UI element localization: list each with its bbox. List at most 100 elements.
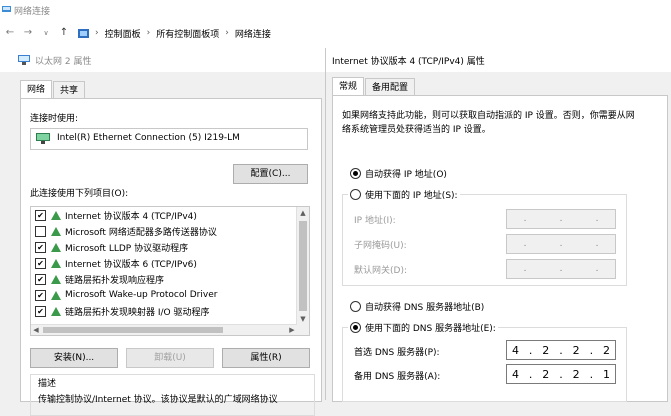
back-arrow-icon[interactable]: ← [4, 27, 16, 39]
dialog-title: 以太网 2 属性 [35, 57, 92, 67]
list-item[interactable]: ✔ Internet 协议版本 6 (TCP/IPv6) [35, 256, 197, 270]
dns-octet: 2 [542, 367, 550, 381]
network-adapter-icon [18, 55, 30, 65]
adapter-name: Intel(R) Ethernet Connection (5) I219-LM [57, 133, 240, 143]
properties-button[interactable]: 属性(R) [222, 348, 310, 368]
list-item[interactable]: ✔ 链路层拓扑发现响应程序 [35, 272, 164, 286]
ip-address-label: IP 地址(I): [354, 216, 396, 226]
dns-manual-radio[interactable] [350, 322, 361, 333]
scrollbar-thumb[interactable] [43, 327, 223, 333]
breadcrumb-all-items[interactable]: 所有控制面板项 [156, 27, 219, 40]
dialog-title: Internet 协议版本 4 (TCP/IPv4) 属性 [332, 57, 485, 67]
dns-manual-option[interactable]: 使用下面的 DNS 服务器地址(E): [348, 321, 498, 334]
intro-text-line-1: 如果网络支持此功能，则可以获取自动指派的 IP 设置。否则，你需要从网 [342, 111, 635, 121]
address-bar[interactable]: ← → ∨ ↑ › 控制面板 › 所有控制面板项 › 网络连接 [0, 22, 671, 44]
dns-octet: 4 [511, 367, 519, 381]
ipv4-properties-dialog: Internet 协议版本 4 (TCP/IPv4) 属性 常规 备用配置 如果… [326, 48, 671, 402]
scroll-left-arrow-icon[interactable]: ◀ [31, 325, 41, 335]
item-label: 链路层拓扑发现响应程序 [65, 275, 165, 286]
breadcrumb-separator-icon: › [225, 28, 229, 38]
item-checkbox[interactable]: ✔ [35, 257, 46, 269]
protocol-icon [51, 274, 61, 284]
breadcrumb-separator-icon: › [95, 28, 99, 38]
dns-auto-label: 自动获得 DNS 服务器地址(B) [365, 303, 485, 313]
scroll-up-arrow-icon[interactable]: ▲ [297, 207, 309, 219]
scroll-down-arrow-icon[interactable]: ▼ [297, 313, 309, 325]
dialog-titlebar: Internet 协议版本 4 (TCP/IPv4) 属性 [326, 48, 671, 72]
adapter-field: Intel(R) Ethernet Connection (5) I219-LM [30, 128, 308, 150]
protocol-icon [51, 258, 61, 268]
breadcrumb-separator-icon: › [146, 28, 151, 38]
alternate-dns-label: 备用 DNS 服务器(A): [354, 372, 441, 382]
ip-manual-radio[interactable] [350, 189, 361, 200]
item-checkbox[interactable] [35, 225, 46, 237]
configure-button[interactable]: 配置(C)... [233, 164, 308, 184]
ip-manual-label: 使用下面的 IP 地址(S): [365, 191, 458, 201]
alternate-dns-field[interactable]: 4. 2. 2. 1 [506, 364, 616, 384]
control-panel-icon [78, 28, 89, 38]
item-label: Microsoft Wake-up Protocol Driver [65, 290, 218, 300]
dns-auto-option[interactable]: 自动获得 DNS 服务器地址(B) [350, 300, 484, 313]
dns-octet: 4 [511, 343, 519, 357]
default-gateway-field[interactable]: ... [506, 259, 616, 279]
chevron-down-icon[interactable]: ∨ [40, 27, 52, 39]
item-checkbox[interactable]: ✔ [35, 273, 46, 285]
forward-arrow-icon[interactable]: → [22, 27, 34, 39]
items-label: 此连接使用下列项目(O): [30, 189, 129, 199]
item-checkbox[interactable]: ✔ [35, 305, 46, 317]
item-label: Microsoft 网络适配器多路传送器协议 [65, 227, 217, 238]
explorer-title: 网络连接 [14, 7, 51, 17]
preferred-dns-field[interactable]: 4. 2. 2. 2 [506, 340, 616, 360]
breadcrumb-network-connections[interactable]: 网络连接 [235, 27, 271, 40]
list-item[interactable]: ✔ 链路层拓扑发现映射器 I/O 驱动程序 [35, 304, 210, 318]
list-item[interactable]: Microsoft 网络适配器多路传送器协议 [35, 224, 217, 238]
dns-auto-radio[interactable] [350, 301, 361, 312]
subnet-mask-label: 子网掩码(U): [354, 241, 407, 251]
item-checkbox[interactable]: ✔ [35, 209, 46, 221]
connect-using-label: 连接时使用: [30, 114, 79, 124]
list-item[interactable]: ✔ Microsoft LLDP 协议驱动程序 [35, 240, 188, 254]
protocol-icon [51, 242, 61, 252]
list-item[interactable]: ✔ Internet 协议版本 4 (TCP/IPv4) [35, 208, 197, 222]
dns-octet: 2 [572, 343, 580, 357]
breadcrumb: › 控制面板 › 所有控制面板项 › 网络连接 [78, 25, 271, 41]
protocol-icon [51, 226, 61, 236]
ethernet-adapter-icon [36, 133, 50, 144]
item-label: Internet 协议版本 6 (TCP/IPv6) [65, 259, 197, 270]
breadcrumb-control-panel[interactable]: 控制面板 [105, 27, 141, 40]
protocol-icon [51, 210, 61, 220]
protocol-icon [51, 306, 61, 316]
horizontal-scrollbar[interactable]: ◀ ▶ [31, 324, 297, 335]
ip-manual-option[interactable]: 使用下面的 IP 地址(S): [348, 188, 460, 201]
item-checkbox[interactable]: ✔ [35, 241, 46, 253]
uninstall-button[interactable]: 卸载(U) [126, 348, 214, 368]
protocol-icon [51, 290, 61, 300]
explorer-titlebar: 网络连接 [0, 0, 671, 20]
ip-auto-radio[interactable] [350, 168, 361, 179]
scroll-right-arrow-icon[interactable]: ▶ [287, 325, 297, 335]
up-arrow-icon[interactable]: ↑ [58, 27, 70, 39]
components-list[interactable]: ✔ Internet 协议版本 4 (TCP/IPv4) Microsoft 网… [30, 206, 310, 336]
item-label: Microsoft LLDP 协议驱动程序 [65, 243, 189, 254]
default-gateway-label: 默认网关(D): [354, 266, 407, 276]
subnet-mask-field[interactable]: ... [506, 234, 616, 254]
dns-octet: 1 [602, 367, 610, 381]
intro-text-line-2: 络系统管理员处获得适当的 IP 设置。 [342, 125, 491, 135]
vertical-scrollbar[interactable]: ▲ ▼ [296, 207, 309, 335]
list-item[interactable]: ✔ Microsoft Wake-up Protocol Driver [35, 288, 217, 302]
ethernet-properties-dialog: 以太网 2 属性 网络 共享 连接时使用: Intel(R) Ethernet … [0, 48, 326, 416]
install-button[interactable]: 安装(N)... [30, 348, 118, 368]
ip-auto-option[interactable]: 自动获得 IP 地址(O) [350, 167, 447, 180]
dialog-titlebar: 以太网 2 属性 [0, 48, 325, 72]
item-checkbox[interactable]: ✔ [35, 289, 46, 301]
item-label: Internet 协议版本 4 (TCP/IPv4) [65, 211, 197, 222]
description-text: 传输控制协议/Internet 协议。该协议是默认的广域网络协议 [38, 395, 278, 405]
scrollbar-thumb[interactable] [299, 221, 307, 311]
dns-octet: 2 [602, 343, 610, 357]
dns-manual-label: 使用下面的 DNS 服务器地址(E): [365, 324, 496, 334]
ip-address-field[interactable]: ... [506, 209, 616, 229]
preferred-dns-label: 首选 DNS 服务器(P): [354, 348, 440, 358]
ip-auto-label: 自动获得 IP 地址(O) [365, 170, 447, 180]
dns-octet: 2 [572, 367, 580, 381]
network-folder-icon [2, 6, 11, 12]
